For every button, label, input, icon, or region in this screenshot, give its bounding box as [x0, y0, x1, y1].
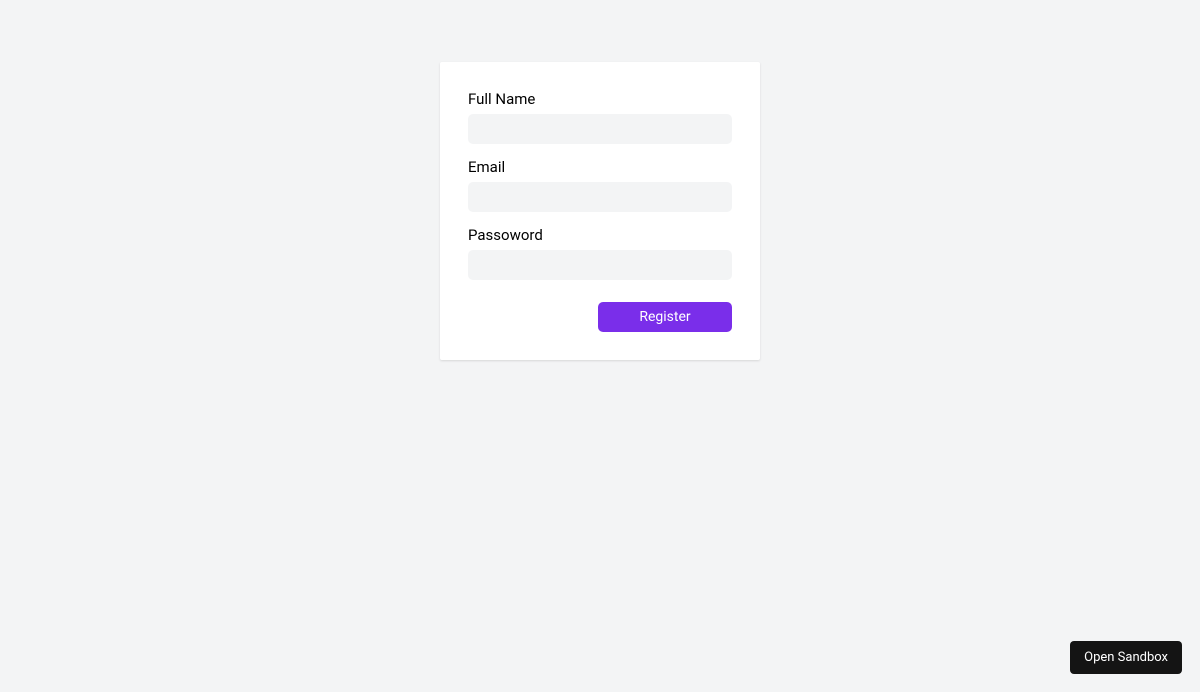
fullname-field-group: Full Name — [468, 90, 732, 144]
register-form-card: Full Name Email Passoword Register — [440, 62, 760, 360]
button-row: Register — [468, 302, 732, 332]
fullname-label: Full Name — [468, 90, 732, 108]
fullname-input[interactable] — [468, 114, 732, 144]
email-label: Email — [468, 158, 732, 176]
password-label: Passoword — [468, 226, 732, 244]
password-input[interactable] — [468, 250, 732, 280]
open-sandbox-button[interactable]: Open Sandbox — [1070, 641, 1182, 674]
email-field-group: Email — [468, 158, 732, 212]
register-button[interactable]: Register — [598, 302, 732, 332]
password-field-group: Passoword — [468, 226, 732, 280]
email-input[interactable] — [468, 182, 732, 212]
